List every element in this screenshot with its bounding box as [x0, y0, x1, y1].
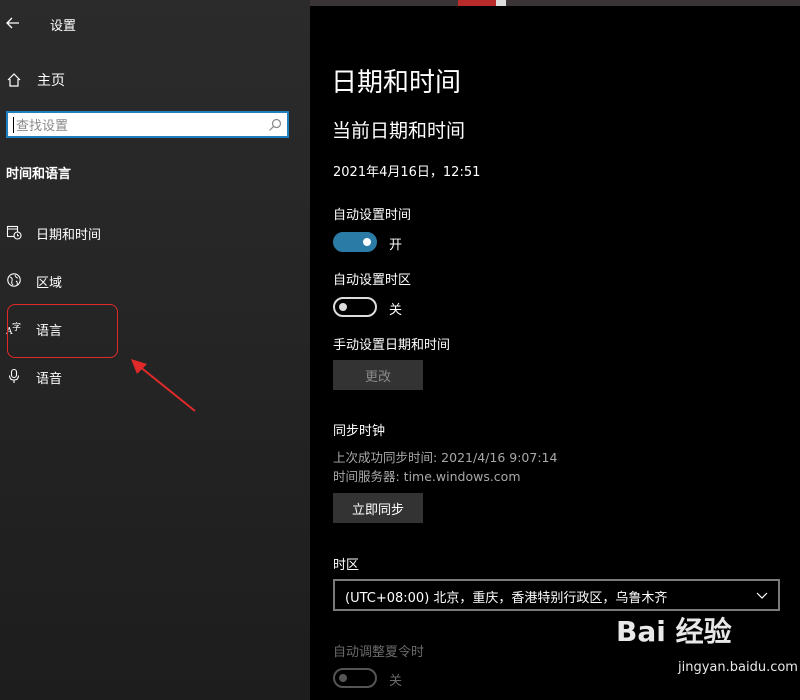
- sync-now-button[interactable]: 立即同步: [333, 493, 423, 523]
- watermark-logo: Bai 经验: [616, 615, 732, 648]
- annotation-highlight-box: [7, 304, 118, 358]
- timezone-label: 时区: [333, 558, 360, 573]
- sidebar-item-label: 日期和时间: [36, 228, 102, 243]
- search-icon[interactable]: [267, 117, 283, 133]
- section-heading: 当前日期和时间: [332, 120, 466, 142]
- auto-time-toggle[interactable]: [333, 232, 377, 252]
- auto-time-label: 自动设置时间: [333, 208, 412, 223]
- sidebar-item-home[interactable]: 主页: [0, 68, 310, 92]
- chevron-down-icon: [756, 592, 768, 599]
- current-datetime: 2021年4月16日，12:51: [333, 165, 481, 180]
- auto-timezone-state: 关: [389, 303, 403, 318]
- sidebar-item-label: 语音: [36, 372, 63, 387]
- timezone-select[interactable]: (UTC+08:00) 北京，重庆，香港特别行政区，乌鲁木齐: [333, 579, 780, 611]
- main-panel: 日期和时间 当前日期和时间 2021年4月16日，12:51 自动设置时间 开 …: [310, 6, 800, 700]
- auto-timezone-toggle[interactable]: [333, 297, 377, 317]
- auto-time-state: 开: [389, 238, 403, 253]
- change-button[interactable]: 更改: [333, 360, 423, 390]
- annotation-arrow-icon: [131, 359, 196, 412]
- page-title: 日期和时间: [331, 68, 462, 98]
- back-arrow-icon[interactable]: [4, 14, 22, 32]
- sync-clock-title: 同步时钟: [333, 424, 386, 439]
- time-server-text: 时间服务器: time.windows.com: [333, 469, 521, 484]
- title-bar: 设置: [0, 10, 310, 36]
- auto-timezone-label: 自动设置时区: [333, 273, 412, 288]
- search-box[interactable]: [6, 111, 289, 138]
- timezone-value: (UTC+08:00) 北京，重庆，香港特别行政区，乌鲁木齐: [345, 591, 668, 606]
- dst-state: 关: [389, 674, 403, 689]
- search-input[interactable]: [14, 116, 258, 136]
- watermark-url: jingyan.baidu.com: [678, 660, 798, 675]
- window-title: 设置: [50, 19, 77, 34]
- home-label: 主页: [37, 73, 65, 89]
- dst-label: 自动调整夏令时: [333, 645, 425, 660]
- calendar-clock-icon: [6, 225, 22, 240]
- manual-datetime-label: 手动设置日期和时间: [333, 338, 451, 353]
- dst-toggle[interactable]: [333, 668, 377, 688]
- baidu-jingyan-watermark: Bai 经验 jingyan.baidu.com: [600, 608, 800, 700]
- sidebar: 设置 主页 时间和语言 日期和时间 区域 A: [0, 0, 310, 700]
- sidebar-item-date-time[interactable]: 日期和时间: [0, 218, 310, 248]
- home-icon: [7, 73, 21, 87]
- sidebar-item-region[interactable]: 区域: [0, 266, 310, 296]
- section-title: 时间和语言: [6, 167, 72, 182]
- microphone-icon: [8, 368, 20, 383]
- last-sync-text: 上次成功同步时间: 2021/4/16 9:07:14: [333, 450, 558, 465]
- sidebar-item-label: 区域: [36, 276, 63, 291]
- globe-icon: [7, 273, 21, 287]
